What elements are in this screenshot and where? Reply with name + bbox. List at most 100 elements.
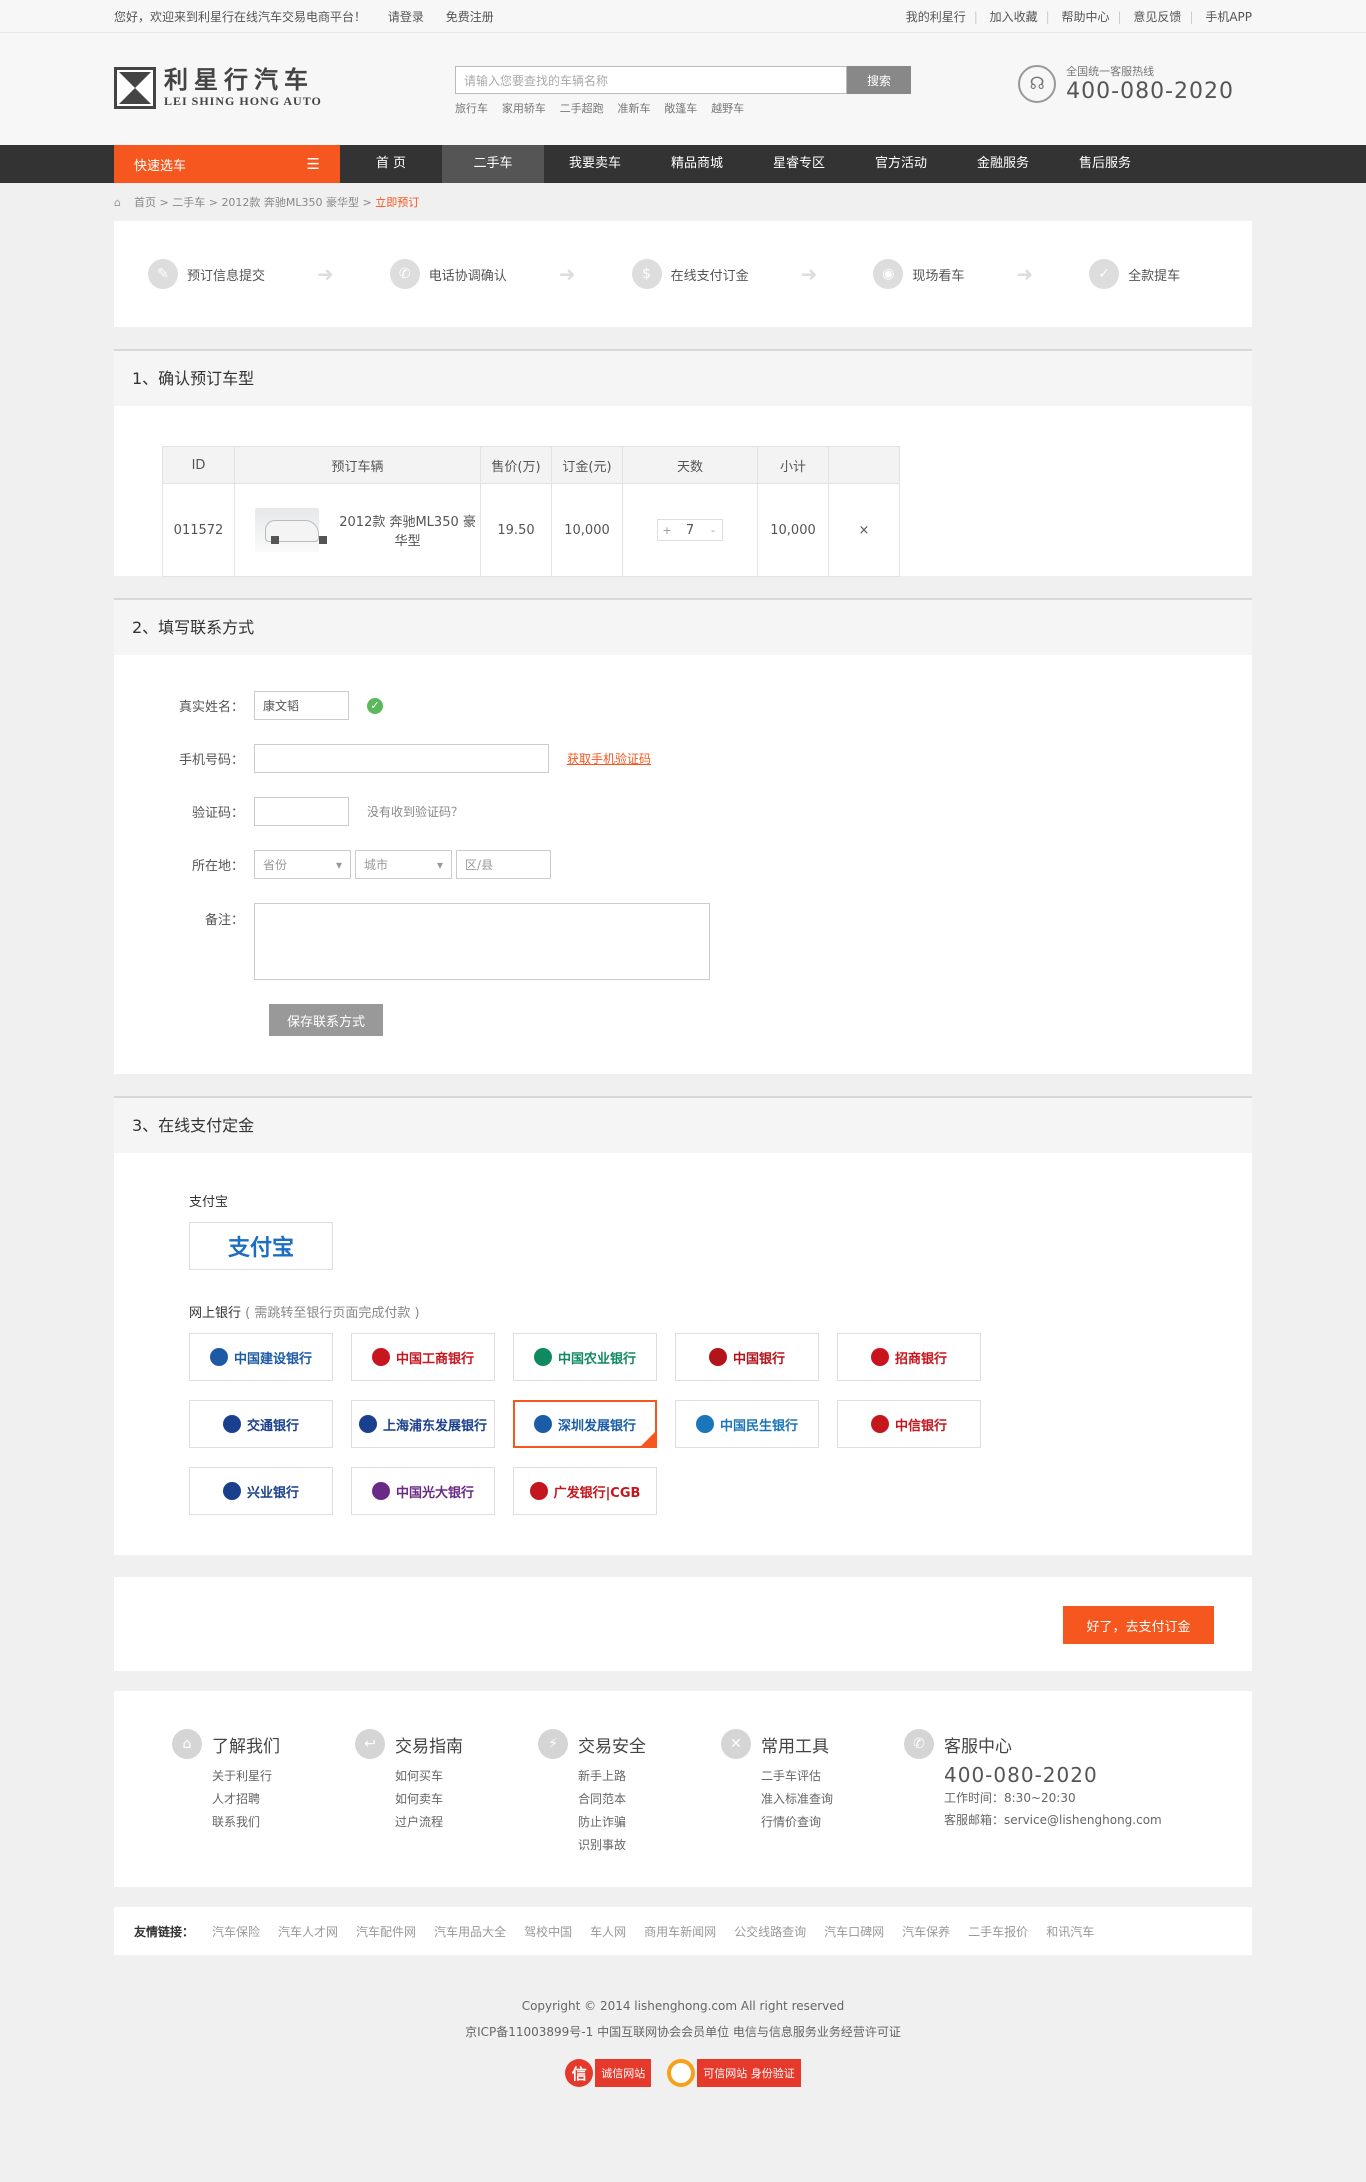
friend-link[interactable]: 驾校中国 xyxy=(524,1925,572,1939)
hot-keyword[interactable]: 家用轿车 xyxy=(502,102,546,115)
nav-after-sales[interactable]: 售后服务 xyxy=(1054,145,1156,183)
favorite-link[interactable]: 加入收藏 xyxy=(990,10,1038,24)
hot-keyword[interactable]: 旅行车 xyxy=(455,102,488,115)
order-id: 011572 xyxy=(162,483,235,577)
footer-link[interactable]: 防止诈骗 xyxy=(578,1811,721,1834)
friend-link[interactable]: 公交线路查询 xyxy=(734,1925,806,1939)
bank-option[interactable]: 兴业银行 xyxy=(189,1467,333,1515)
nav-events[interactable]: 官方活动 xyxy=(850,145,952,183)
bank-option[interactable]: 上海浦东发展银行 xyxy=(351,1400,495,1448)
days-stepper: + 7 - xyxy=(657,519,723,541)
friend-link[interactable]: 商用车新闻网 xyxy=(644,1925,716,1939)
friend-link[interactable]: 汽车保养 xyxy=(902,1925,950,1939)
register-link[interactable]: 免费注册 xyxy=(446,10,494,24)
bank-option[interactable]: 中国银行 xyxy=(675,1333,819,1381)
minus-button[interactable]: - xyxy=(704,524,722,537)
nav-sell-car[interactable]: 我要卖车 xyxy=(544,145,646,183)
save-contact-button[interactable]: 保存联系方式 xyxy=(269,1004,383,1036)
friend-link[interactable]: 汽车保险 xyxy=(212,1925,260,1939)
remark-textarea[interactable] xyxy=(254,903,710,980)
quick-select-button[interactable]: 快速选车 ☰ xyxy=(114,145,340,183)
friend-link[interactable]: 汽车口碑网 xyxy=(824,1925,884,1939)
footer-link[interactable]: 行情价查询 xyxy=(761,1811,904,1834)
district-select[interactable]: 区/县 xyxy=(456,850,551,879)
friend-link[interactable]: 和讯汽车 xyxy=(1046,1925,1094,1939)
footer-link[interactable]: 过户流程 xyxy=(395,1811,538,1834)
breadcrumb-used[interactable]: 二手车 xyxy=(172,194,205,210)
mobile-app-link[interactable]: 手机APP xyxy=(1205,10,1252,24)
hot-keyword[interactable]: 越野车 xyxy=(711,102,744,115)
footer-link[interactable]: 准入标准查询 xyxy=(761,1788,904,1811)
friend-link[interactable]: 汽车人才网 xyxy=(278,1925,338,1939)
remove-button[interactable]: × xyxy=(828,483,900,577)
bank-option[interactable]: 招商银行 xyxy=(837,1333,981,1381)
friend-link[interactable]: 汽车配件网 xyxy=(356,1925,416,1939)
menu-icon: ☰ xyxy=(306,155,320,173)
welcome-text: 您好，欢迎来到利星行在线汽车交易电商平台！ xyxy=(114,10,367,24)
breadcrumb-home[interactable]: 首页 xyxy=(134,194,156,210)
footer-link[interactable]: 识别事故 xyxy=(578,1834,721,1857)
bank-option[interactable]: 中信银行 xyxy=(837,1400,981,1448)
credit-badge[interactable]: 信 诚信网站 xyxy=(565,2059,652,2087)
friend-link[interactable]: 车人网 xyxy=(590,1925,626,1939)
province-select[interactable]: 省份 ▾ xyxy=(254,850,351,879)
bank-option[interactable]: 中国工商银行 xyxy=(351,1333,495,1381)
search-input[interactable]: 请输入您要查找的车辆名称 xyxy=(455,66,847,94)
feedback-link[interactable]: 意见反馈 xyxy=(1133,10,1181,24)
phone-input[interactable] xyxy=(254,744,549,773)
hot-keyword[interactable]: 准新车 xyxy=(617,102,650,115)
nav-mall[interactable]: 精品商城 xyxy=(646,145,748,183)
car-name[interactable]: 2012款 奔驰ML350 豪华型 xyxy=(335,511,480,549)
col-car: 预订车辆 xyxy=(234,446,481,484)
bank-option[interactable]: 中国光大银行 xyxy=(351,1467,495,1515)
my-account-link[interactable]: 我的利星行 xyxy=(906,10,966,24)
code-hint-link[interactable]: 没有收到验证码？ xyxy=(367,803,463,820)
nav-starrui[interactable]: 星睿专区 xyxy=(748,145,850,183)
nav-used-cars[interactable]: 二手车 xyxy=(442,145,544,183)
bank-option[interactable]: 中国民生银行 xyxy=(675,1400,819,1448)
footer-link[interactable]: 关于利星行 xyxy=(212,1765,355,1788)
bank-logo-icon xyxy=(529,1482,548,1500)
help-link[interactable]: 帮助中心 xyxy=(1062,10,1110,24)
hot-keyword[interactable]: 二手超跑 xyxy=(560,102,604,115)
credit-icon: 信 xyxy=(565,2059,594,2087)
footer-link[interactable]: 如何买车 xyxy=(395,1765,538,1788)
footer-link[interactable]: 合同范本 xyxy=(578,1788,721,1811)
bank-logo-icon xyxy=(870,1348,889,1366)
car-thumbnail[interactable] xyxy=(255,508,328,552)
plus-button[interactable]: + xyxy=(658,524,676,537)
footer-link[interactable]: 如何卖车 xyxy=(395,1788,538,1811)
bank-option[interactable]: 深圳发展银行 xyxy=(513,1400,657,1448)
service-email[interactable]: 客服邮箱：service@lishenghong.com xyxy=(904,1809,1164,1831)
footer-link[interactable]: 二手车评估 xyxy=(761,1765,904,1788)
bank-option[interactable]: 交通银行 xyxy=(189,1400,333,1448)
footer-link[interactable]: 人才招聘 xyxy=(212,1788,355,1811)
pay-deposit-button[interactable]: 好了，去支付订金 xyxy=(1063,1606,1214,1644)
friend-link[interactable]: 汽车用品大全 xyxy=(434,1925,506,1939)
hotline: ☊ 全国统一客服热线 400-080-2020 xyxy=(1018,63,1234,105)
hot-keyword[interactable]: 敞篷车 xyxy=(664,102,697,115)
city-select[interactable]: 城市 ▾ xyxy=(355,850,452,879)
nav-finance[interactable]: 金融服务 xyxy=(952,145,1054,183)
col-subtotal: 小计 xyxy=(757,446,829,484)
breadcrumb-car[interactable]: 2012款 奔驰ML350 豪华型 xyxy=(221,194,359,210)
logo[interactable]: 利星行汽车 LEI SHING HONG AUTO xyxy=(114,67,322,109)
name-input[interactable]: 康文韬 xyxy=(254,691,349,720)
days-value[interactable]: 7 xyxy=(676,523,704,538)
nav-home[interactable]: 首 页 xyxy=(340,145,442,183)
alipay-option[interactable]: 支付宝 xyxy=(189,1222,333,1270)
search-button[interactable]: 搜索 xyxy=(847,66,911,94)
table-row: 011572 2012款 奔驰ML350 豪华型 19.50 10,000 + … xyxy=(162,483,900,577)
bank-option[interactable]: 中国农业银行 xyxy=(513,1333,657,1381)
friend-link[interactable]: 二手车报价 xyxy=(968,1925,1028,1939)
trusted-site-badge[interactable]: 可信网站 身份验证 xyxy=(667,2059,801,2087)
login-link[interactable]: 请登录 xyxy=(388,10,424,24)
get-code-link[interactable]: 获取手机验证码 xyxy=(567,750,651,767)
chevron-down-icon: ▾ xyxy=(436,857,443,872)
footer-link[interactable]: 联系我们 xyxy=(212,1811,355,1834)
code-input[interactable] xyxy=(254,797,349,826)
bank-logo-icon xyxy=(358,1415,377,1433)
bank-option[interactable]: 广发银行|CGB xyxy=(513,1467,657,1515)
bank-option[interactable]: 中国建设银行 xyxy=(189,1333,333,1381)
footer-link[interactable]: 新手上路 xyxy=(578,1765,721,1788)
